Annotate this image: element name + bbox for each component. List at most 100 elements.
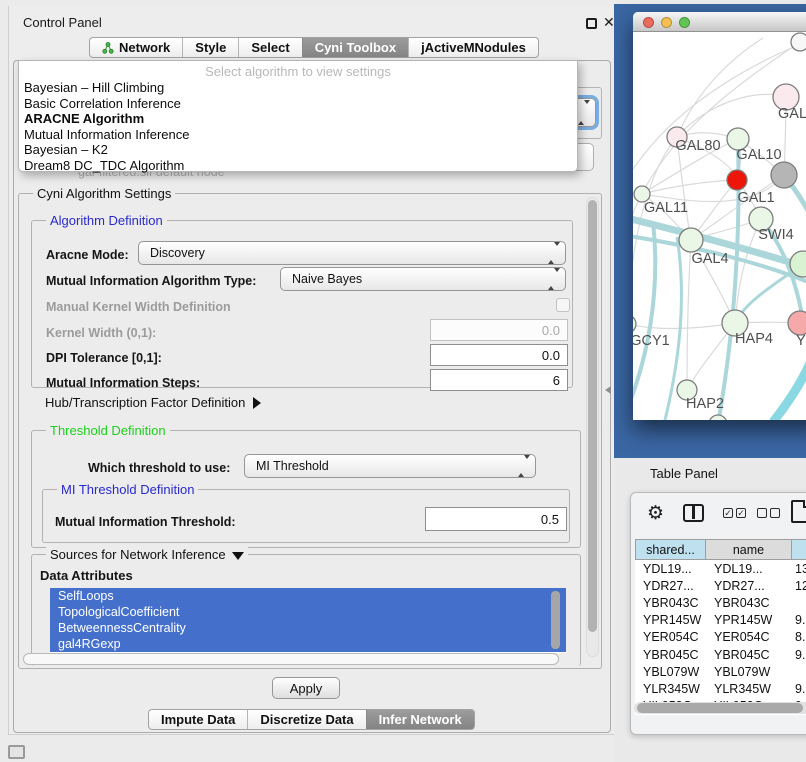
mi-steps-label: Mutual Information Steps: — [46, 376, 200, 390]
dropdown-item[interactable]: Mutual Information Inference — [19, 127, 577, 143]
bottom-tab-discretize-data[interactable]: Discretize Data — [247, 710, 365, 729]
attribute-item[interactable]: TopologicalCoefficient — [50, 604, 566, 620]
network-node[interactable] — [633, 315, 636, 333]
network-view-window[interactable]: GALGAL80GAL10GAL1GAL11GAL4SWI4GCY1HAP4YH… — [633, 12, 806, 420]
checkbox-unchecked-icon-2[interactable] — [770, 508, 780, 518]
minimized-panel-icon[interactable] — [8, 745, 25, 759]
algorithm-definition-box: Algorithm Definition Aracne Mode: Discov… — [31, 220, 573, 388]
table-toolbar: ⚙ ✓ ✓ — [631, 493, 806, 533]
column-header[interactable]: A — [791, 540, 806, 559]
column-layout-icon[interactable] — [683, 504, 704, 522]
network-edge[interactable] — [687, 240, 691, 390]
mi-steps-input[interactable]: 6 — [430, 369, 568, 391]
network-node[interactable] — [679, 228, 703, 252]
dropdown-item[interactable]: Basic Correlation Inference — [19, 96, 577, 112]
node-table[interactable]: shared...nameAYDL19...YDL19...13YDR27...… — [635, 539, 806, 715]
bottom-tab-impute-data[interactable]: Impute Data — [149, 710, 247, 729]
tab-select[interactable]: Select — [238, 38, 301, 57]
table-row[interactable]: YPR145WYPR145W9. — [635, 612, 806, 629]
column-header[interactable]: shared... — [635, 540, 706, 559]
network-window-titlebar[interactable] — [633, 12, 806, 32]
mi-algorithm-type-combobox[interactable]: Naive Bayes — [280, 267, 566, 291]
float-panel-icon[interactable] — [586, 18, 597, 29]
node-label: GAL10 — [736, 147, 781, 163]
dropdown-item[interactable]: ARACNE Algorithm — [19, 111, 577, 127]
data-attributes-label: Data Attributes — [40, 568, 133, 583]
network-canvas[interactable]: GALGAL80GAL10GAL1GAL11GAL4SWI4GCY1HAP4YH… — [633, 32, 806, 420]
mi-threshold-input[interactable]: 0.5 — [425, 507, 567, 531]
network-edge[interactable] — [773, 340, 806, 420]
tab-jactivemnodules[interactable]: jActiveMNodules — [408, 38, 538, 57]
network-edge[interactable] — [642, 180, 737, 194]
table-horizontal-scrollbar[interactable] — [634, 702, 806, 714]
network-node[interactable] — [727, 170, 747, 190]
table-cell: 8. — [791, 629, 806, 646]
kernel-width-input[interactable]: 0.0 — [430, 319, 568, 341]
network-node[interactable] — [788, 311, 806, 335]
dpi-tolerance-input[interactable]: 0.0 — [430, 344, 568, 366]
hub-definition-toggle[interactable]: Hub/Transcription Factor Definition — [45, 395, 261, 410]
aracne-mode-label: Aracne Mode: — [46, 248, 129, 262]
table-row[interactable]: YDR27...YDR27...12 — [635, 577, 806, 594]
splitter-collapse-icon[interactable] — [605, 386, 611, 394]
table-row[interactable]: YDL19...YDL19...13 — [635, 560, 806, 577]
column-header[interactable]: name — [706, 540, 791, 559]
table-row[interactable]: YLR345WYLR345W9. — [635, 680, 806, 697]
tab-label: Cyni Toolbox — [315, 38, 396, 58]
table-row[interactable]: YER054CYER054C8. — [635, 629, 806, 646]
zoom-traffic-light[interactable] — [679, 17, 690, 28]
document-icon[interactable] — [791, 500, 806, 523]
dropdown-item[interactable]: Bayesian – K2 — [19, 142, 577, 158]
tab-cyni-toolbox[interactable]: Cyni Toolbox — [302, 38, 408, 57]
settings-vertical-scrollbar[interactable] — [586, 197, 599, 657]
sources-title[interactable]: Sources for Network Inference — [46, 547, 248, 562]
node-label: SWI4 — [758, 227, 793, 243]
settings-box-title: Cyni Algorithm Settings — [33, 186, 175, 201]
settings-horizontal-scrollbar[interactable] — [23, 653, 559, 665]
bottom-tab-infer-network[interactable]: Infer Network — [366, 710, 474, 729]
algorithm-dropdown-popup: Select algorithm to view settings Bayesi… — [18, 60, 578, 172]
attribute-item[interactable]: gal4RGexp — [50, 636, 566, 652]
network-node[interactable] — [791, 33, 806, 51]
checkbox-checked-icon-1[interactable]: ✓ — [723, 508, 733, 518]
node-label: GAL — [778, 106, 806, 122]
close-traffic-light[interactable] — [643, 17, 654, 28]
tab-network[interactable]: Network — [90, 38, 182, 57]
table-row[interactable]: YBL079WYBL079W — [635, 663, 806, 680]
table-cell: YBR045C — [635, 646, 706, 663]
node-label: GAL80 — [675, 138, 720, 154]
node-label: Y — [796, 333, 806, 349]
table-panel-window: ⚙ ✓ ✓ shared...nameAYDL19...YDL19...13YD… — [630, 492, 806, 735]
bottom-tabs: Impute Data Discretize Data Infer Network — [148, 709, 475, 730]
network-node[interactable] — [771, 162, 797, 188]
table-cell: YER054C — [706, 629, 791, 646]
data-attributes-list[interactable]: SelfLoopsTopologicalCoefficientBetweenne… — [50, 588, 566, 653]
cyni-algorithm-settings-box: Cyni Algorithm Settings Algorithm Defini… — [18, 193, 602, 669]
manual-kernel-width-checkbox[interactable] — [556, 298, 570, 312]
mi-threshold-label: Mutual Information Threshold: — [55, 515, 236, 529]
table-row[interactable]: YBR043CYBR043C — [635, 594, 806, 611]
network-edge[interactable] — [633, 222, 655, 414]
tab-label: Discretize Data — [260, 710, 353, 730]
which-threshold-combobox[interactable]: MI Threshold — [244, 454, 536, 478]
network-edge[interactable] — [677, 38, 763, 137]
aracne-mode-combobox[interactable]: Discovery — [138, 241, 566, 265]
dropdown-item[interactable]: Bayesian – Hill Climbing — [19, 80, 577, 96]
checkbox-checked-icon-2[interactable]: ✓ — [736, 508, 746, 518]
attribute-list-scrollbar[interactable] — [551, 591, 560, 649]
checkbox-unchecked-icon-1[interactable] — [757, 508, 767, 518]
close-panel-icon[interactable]: ✕ — [603, 14, 615, 31]
attribute-item[interactable]: SelfLoops — [50, 588, 566, 604]
dropdown-item[interactable]: Dream8 DC_TDC Algorithm — [19, 158, 577, 174]
table-row[interactable]: YBR045CYBR045C9. — [635, 646, 806, 663]
tab-style[interactable]: Style — [182, 38, 238, 57]
gear-icon[interactable]: ⚙ — [647, 502, 664, 525]
apply-button[interactable]: Apply — [272, 677, 340, 699]
attribute-item[interactable]: BetweennessCentrality — [50, 620, 566, 636]
table-cell: 9. — [791, 646, 806, 663]
table-cell: 9. — [791, 612, 806, 629]
tab-label: jActiveMNodules — [421, 38, 526, 58]
network-node[interactable] — [709, 415, 727, 420]
minimize-traffic-light[interactable] — [661, 17, 672, 28]
node-label: HAP2 — [686, 396, 724, 412]
